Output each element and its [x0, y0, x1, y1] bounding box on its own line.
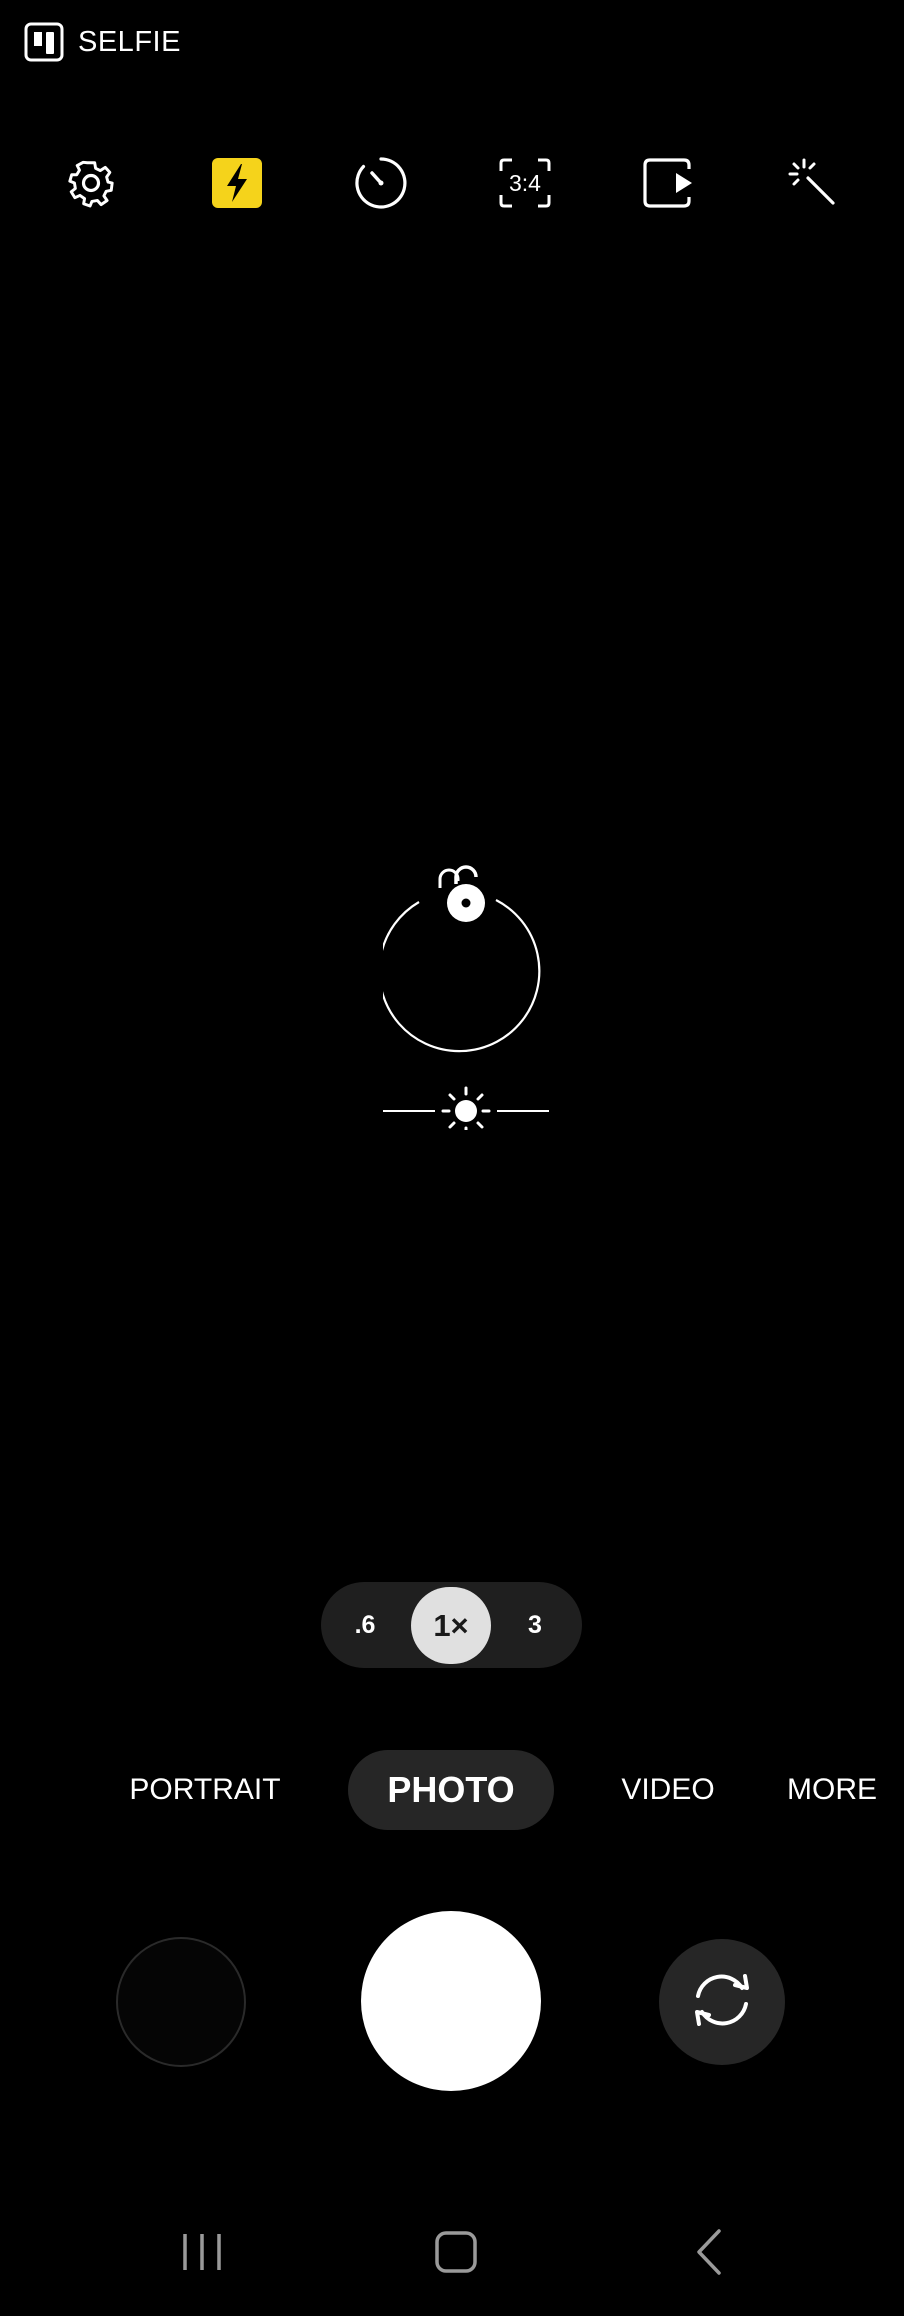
aspect-ratio-label: 3:4 — [509, 170, 541, 196]
gallery-thumbnail[interactable] — [116, 1937, 246, 2067]
timer-button[interactable] — [344, 146, 418, 220]
system-navigation-bar — [0, 2214, 904, 2294]
settings-button[interactable] — [54, 146, 128, 220]
home-icon — [433, 2229, 479, 2280]
magic-wand-icon — [786, 156, 840, 210]
switch-camera-icon — [688, 1966, 756, 2039]
mode-video[interactable]: VIDEO — [600, 1750, 736, 1830]
zoom-0-6-button[interactable]: .6 — [329, 1582, 401, 1668]
gear-icon — [64, 156, 118, 210]
zoom-selector: .6 1× 3 — [321, 1582, 582, 1668]
unlock-icon[interactable] — [438, 865, 485, 922]
recent-apps-button[interactable] — [152, 2214, 252, 2294]
brightness-slider[interactable] — [383, 1086, 549, 1130]
recent-apps-icon — [179, 2230, 225, 2279]
aspect-ratio-button[interactable]: 3:4 — [488, 146, 562, 220]
selfie-indicator[interactable]: SELFIE — [24, 20, 181, 64]
selfie-camera-icon — [24, 22, 64, 62]
camera-toolbar: 3:4 — [0, 146, 904, 220]
shutter-button[interactable] — [361, 1911, 541, 2091]
effects-button[interactable] — [776, 146, 850, 220]
back-button[interactable] — [659, 2214, 759, 2294]
motion-photo-icon — [641, 157, 697, 209]
aspect-ratio-icon: 3:4 — [497, 157, 553, 209]
home-button[interactable] — [406, 2214, 506, 2294]
switch-camera-button[interactable] — [659, 1939, 785, 2065]
brightness-sun-icon — [441, 1086, 491, 1130]
flash-button[interactable] — [200, 146, 274, 220]
selfie-label: SELFIE — [78, 25, 181, 58]
mode-more[interactable]: MORE — [782, 1750, 882, 1830]
flash-icon — [211, 157, 263, 209]
zoom-1x-button[interactable]: 1× — [411, 1587, 491, 1664]
motion-photo-button[interactable] — [632, 146, 706, 220]
back-icon — [689, 2227, 729, 2282]
mode-photo[interactable]: PHOTO — [348, 1750, 554, 1830]
mode-portrait[interactable]: PORTRAIT — [120, 1750, 290, 1830]
timer-icon — [354, 156, 408, 210]
zoom-3-button[interactable]: 3 — [499, 1582, 571, 1668]
focus-indicator[interactable] — [383, 860, 549, 1130]
